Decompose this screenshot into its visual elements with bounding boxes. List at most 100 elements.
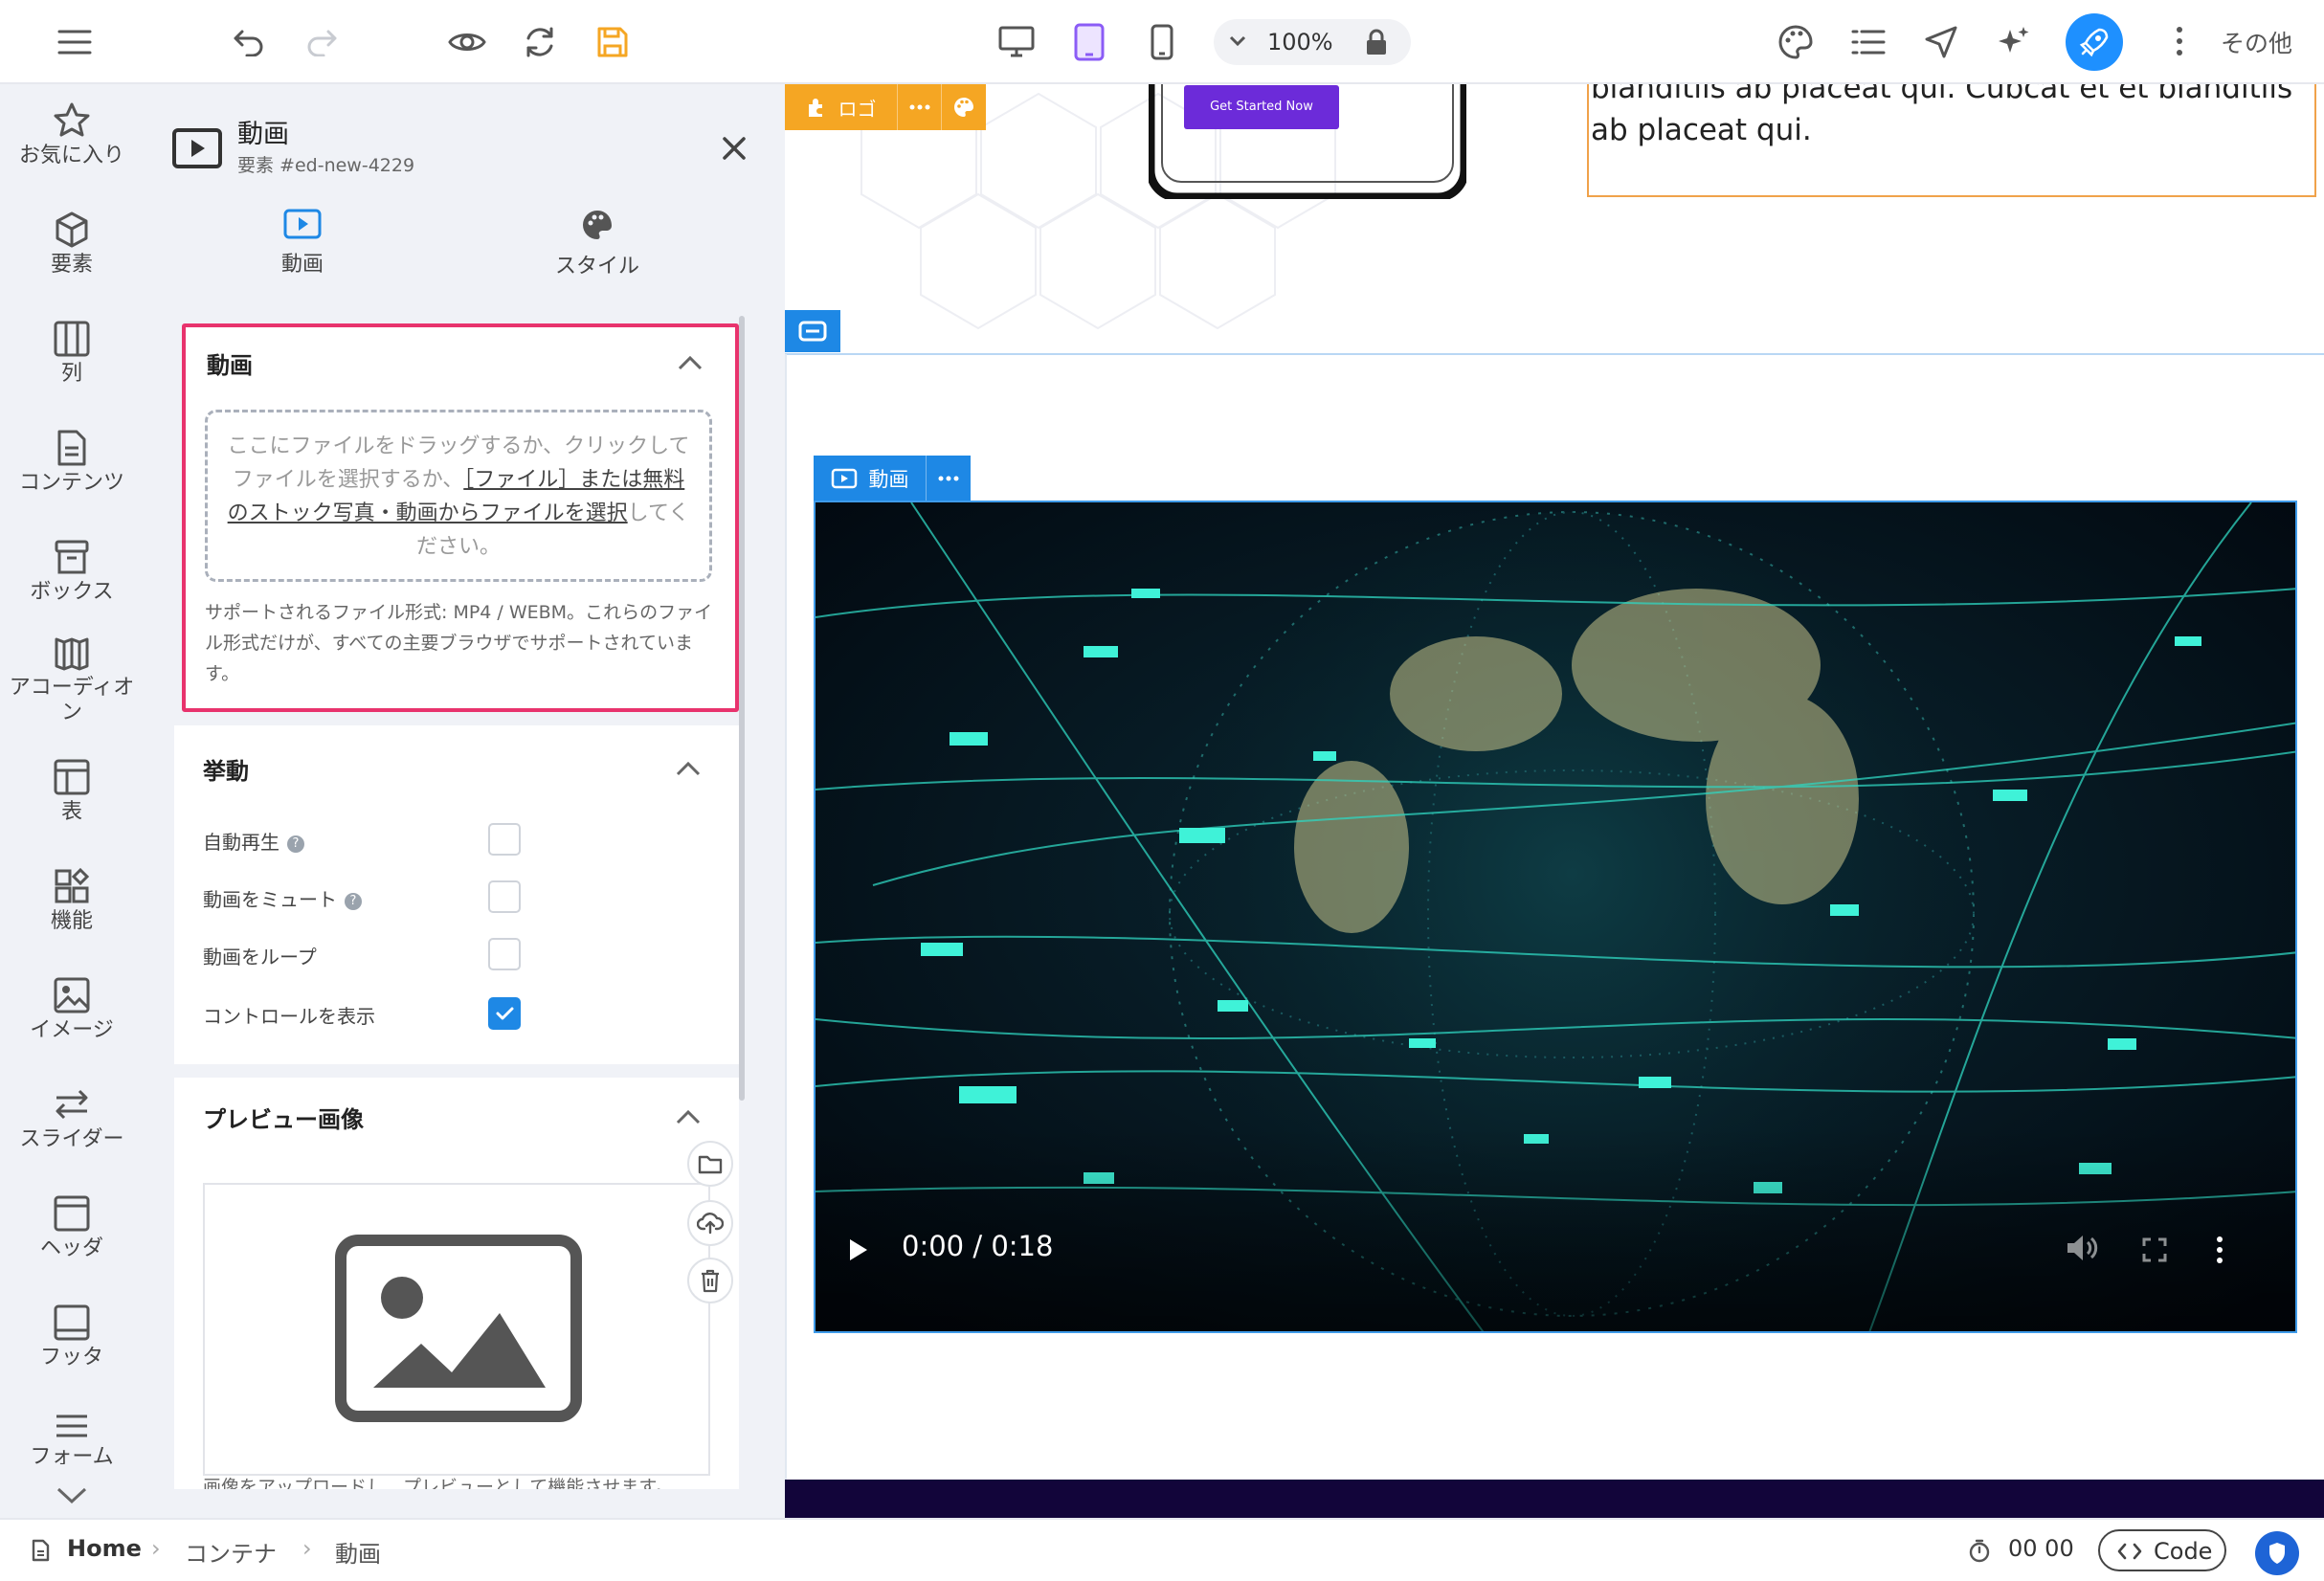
undo-icon[interactable] (220, 13, 278, 71)
play-icon[interactable] (848, 1237, 869, 1262)
code-button[interactable]: Code (2098, 1529, 2226, 1571)
sidebar-item-label: 機能 (50, 909, 93, 933)
sidebar-item-elements[interactable]: 要素 (0, 211, 144, 278)
form-icon (56, 1414, 87, 1437)
chevron-down-icon[interactable] (56, 1485, 88, 1506)
get-started-button[interactable]: Get Started Now (1184, 85, 1339, 129)
preview-image-placeholder[interactable] (203, 1183, 710, 1476)
sidebar-item-label: ヘッダ (39, 1236, 103, 1260)
option-label: コントロールを表示 (203, 1005, 375, 1028)
breadcrumb-video[interactable]: 動画 (335, 1535, 381, 1569)
video-source-section: 動画 ここにファイルをドラッグするか、クリックしてファイルを選択するか、［ファイ… (182, 323, 739, 712)
volume-icon[interactable] (2066, 1234, 2098, 1262)
logo-select-button[interactable]: ロゴ (785, 84, 898, 130)
top-toolbar: 100% その他 (0, 0, 2324, 84)
more-vertical-icon[interactable] (2175, 25, 2184, 57)
upload-icon[interactable] (687, 1200, 733, 1246)
toolbar-label: 動画 (868, 468, 909, 491)
page-icon (31, 1539, 50, 1562)
autoplay-checkbox[interactable] (488, 823, 521, 856)
container-handle[interactable] (785, 310, 840, 352)
autoplay-option: 自動再生? (203, 821, 521, 859)
hamburger-icon[interactable] (46, 13, 103, 71)
lock-icon[interactable] (1365, 29, 1388, 56)
option-label: 動画をループ (203, 946, 317, 969)
features-icon (55, 867, 90, 903)
tab-style[interactable]: スタイル (502, 209, 693, 279)
rocket-icon[interactable] (2066, 13, 2123, 71)
navigation-icon[interactable] (1912, 13, 1970, 71)
save-icon[interactable] (584, 13, 641, 71)
section-title: プレビュー画像 (203, 1106, 364, 1133)
image-icon (54, 977, 90, 1013)
desktop-icon[interactable] (988, 13, 1045, 71)
editor-canvas: Get Started Now blanditiis ab placeat qu… (785, 84, 2324, 1518)
mute-checkbox[interactable] (488, 880, 521, 913)
eye-icon[interactable] (438, 13, 496, 71)
redo-icon[interactable] (293, 13, 350, 71)
shield-icon[interactable] (2255, 1531, 2299, 1575)
sidebar-item-favorites[interactable]: お気に入り (0, 101, 144, 168)
star-icon (54, 102, 90, 137)
preview-image-section: プレビュー画像 画像をアップロードし、プレビューとして機能させます。 (174, 1078, 739, 1489)
loop-checkbox[interactable] (488, 938, 521, 970)
sidebar-item-label: スライダー (19, 1127, 124, 1151)
video-frame-globe (816, 502, 2295, 1331)
sidebar-item-features[interactable]: 機能 (0, 867, 144, 934)
sidebar-item-slider[interactable]: スライダー (0, 1085, 144, 1152)
file-format-help: サポートされるファイル形式: MP4 / WEBM。これらのファイル形式だけが、… (205, 602, 713, 684)
help-icon[interactable]: ? (345, 893, 362, 910)
text-block[interactable]: blanditiis ab placeat qui. Cubcat et et … (1587, 84, 2316, 197)
refresh-icon[interactable] (511, 13, 569, 71)
controls-checkbox[interactable] (488, 997, 521, 1030)
sidebar-item-accordion[interactable]: アコーディオン (0, 634, 144, 725)
chevron-up-icon[interactable] (674, 754, 703, 783)
video-select-button[interactable]: 動画 (814, 456, 927, 501)
breadcrumb-home[interactable]: Home (67, 1535, 142, 1562)
sidebar-item-content[interactable]: コンテンツ (0, 429, 144, 496)
sidebar-item-footer[interactable]: フッタ (0, 1303, 144, 1370)
logo-element-toolbar: ロゴ (785, 84, 986, 130)
palette-icon (583, 211, 612, 239)
header-icon (54, 1195, 90, 1232)
chevron-down-icon[interactable] (1229, 34, 1246, 48)
close-icon[interactable] (722, 136, 747, 161)
slider-icon (56, 1089, 88, 1120)
mobile-icon[interactable] (1133, 13, 1191, 71)
sidebar-item-box[interactable]: ボックス (0, 538, 144, 605)
sidebar-item-label: フォーム (30, 1445, 114, 1464)
sidebar-item-image[interactable]: イメージ (0, 976, 144, 1043)
footer-icon (54, 1304, 90, 1341)
sidebar-item-columns[interactable]: 列 (0, 320, 144, 387)
file-dropzone[interactable]: ここにファイルをドラッグするか、クリックしてファイルを選択するか、［ファイル］ま… (205, 410, 712, 582)
check-icon (496, 1007, 514, 1020)
panel-scrollbar[interactable] (739, 316, 745, 1101)
palette-icon[interactable] (942, 84, 986, 130)
tab-video[interactable]: 動画 (207, 209, 398, 278)
sidebar-item-header[interactable]: ヘッダ (0, 1194, 144, 1261)
sidebar-item-form[interactable]: フォーム (0, 1413, 144, 1464)
sidebar-item-table[interactable]: 表 (0, 758, 144, 825)
fullscreen-icon[interactable] (2142, 1237, 2167, 1262)
folder-icon[interactable] (687, 1141, 733, 1187)
tablet-icon[interactable] (1061, 13, 1118, 71)
footer-section-preview (785, 1480, 2324, 1518)
chevron-up-icon[interactable] (674, 1102, 703, 1131)
palette-icon[interactable] (1767, 13, 1824, 71)
breadcrumb-separator: › (151, 1535, 161, 1562)
more-label[interactable]: その他 (2221, 25, 2292, 59)
more-vertical-icon[interactable] (2215, 1236, 2224, 1264)
loop-option: 動画をループ (203, 936, 521, 974)
container-border (785, 353, 2324, 355)
toolbar-label: ロゴ (838, 97, 877, 121)
chevron-up-icon[interactable] (676, 348, 704, 377)
more-horizontal-icon[interactable] (898, 84, 942, 130)
breadcrumb-container[interactable]: コンテナ (185, 1535, 277, 1569)
video-element-toolbar: 動画 (814, 456, 971, 501)
list-icon[interactable] (1840, 13, 1897, 71)
more-horizontal-icon[interactable] (927, 456, 971, 501)
sparkle-icon[interactable] (1985, 13, 2043, 71)
video-player[interactable]: 0:00 / 0:18 (814, 501, 2297, 1333)
trash-icon[interactable] (687, 1258, 733, 1303)
help-icon[interactable]: ? (287, 835, 304, 853)
